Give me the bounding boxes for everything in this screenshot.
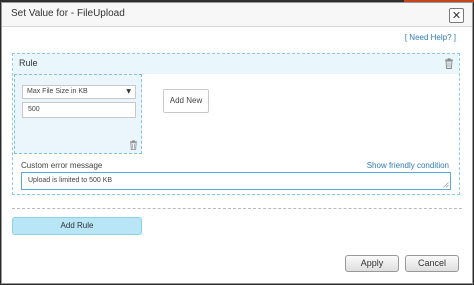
need-help-link[interactable]: [ Need Help? ] xyxy=(405,33,456,42)
custom-error-label: Custom error message xyxy=(21,161,103,170)
close-button[interactable]: ✕ xyxy=(449,8,464,23)
condition-value-input[interactable]: 500 xyxy=(22,102,136,118)
cancel-button[interactable]: Cancel xyxy=(405,255,459,272)
resize-handle-icon[interactable] xyxy=(443,182,449,188)
rule-title: Rule xyxy=(19,58,38,68)
trash-icon[interactable] xyxy=(129,140,138,150)
section-divider xyxy=(12,208,462,209)
set-value-dialog: Set Value for - FileUpload ✕ [ Need Help… xyxy=(1,2,473,284)
condition-type-select[interactable]: Max File Size in KB ▼ xyxy=(22,85,136,99)
close-icon: ✕ xyxy=(451,9,462,22)
rule-header: Rule xyxy=(13,54,459,74)
add-rule-button[interactable]: Add Rule xyxy=(12,217,142,235)
custom-error-value: Upload is limited to 500 KB xyxy=(28,177,113,184)
rule-panel: Rule Max File Size in KB ▼ 500 Add New C… xyxy=(12,53,460,195)
condition-box: Max File Size in KB ▼ 500 xyxy=(14,74,142,154)
custom-error-input[interactable]: Upload is limited to 500 KB xyxy=(21,172,451,190)
caret-down-icon: ▼ xyxy=(126,88,131,95)
dialog-titlebar: Set Value for - FileUpload ✕ xyxy=(2,3,472,27)
show-friendly-condition-link[interactable]: Show friendly condition xyxy=(367,161,449,170)
apply-button[interactable]: Apply xyxy=(345,255,399,272)
add-new-condition-button[interactable]: Add New xyxy=(163,89,209,113)
condition-type-value: Max File Size in KB xyxy=(27,88,88,95)
dialog-title: Set Value for - FileUpload xyxy=(11,8,125,19)
trash-icon[interactable] xyxy=(444,58,454,69)
